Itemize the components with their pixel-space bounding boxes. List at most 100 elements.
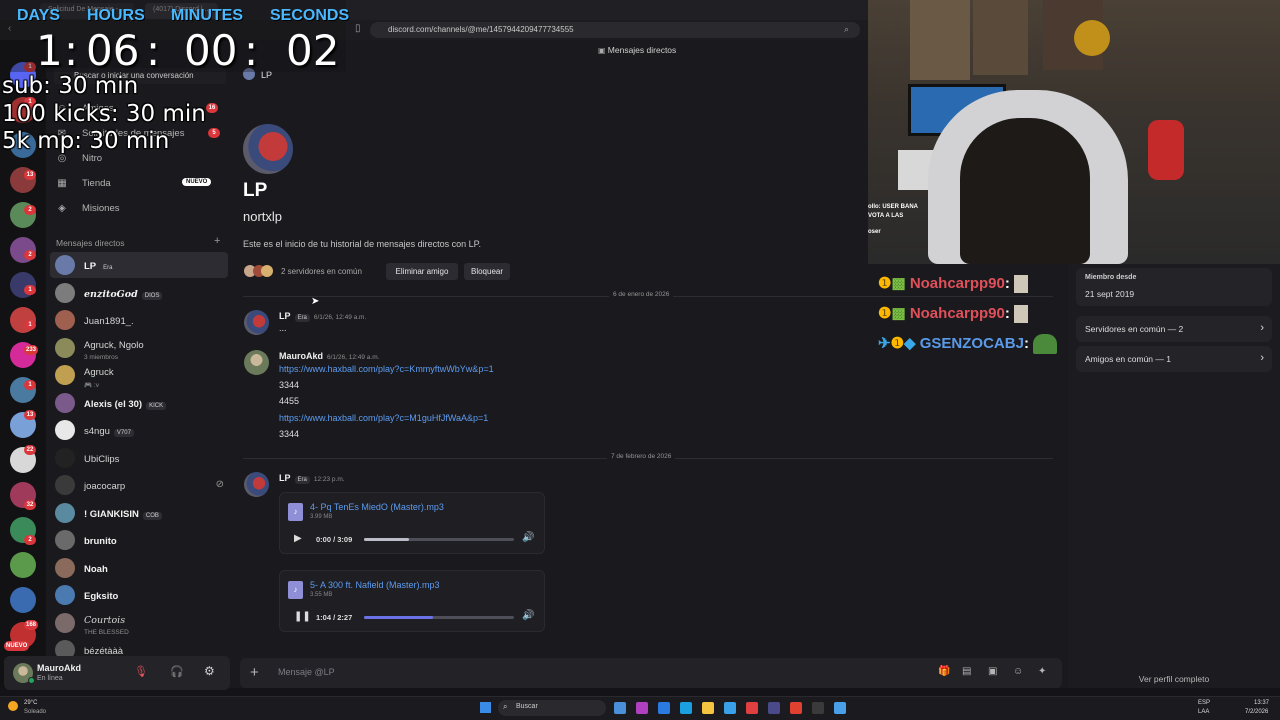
server-icon[interactable] [10,552,36,578]
mutual-servers-link[interactable]: 2 servidores en común [281,267,362,276]
window-title: ▣ Mensajes directos [598,45,677,55]
taskbar-app-icon[interactable] [680,702,692,714]
dm-item[interactable]: Agruck 🎮 :v [50,362,228,389]
audio-seekbar[interactable] [364,538,514,541]
taskbar-app-icon[interactable] [790,702,802,714]
zoom-icon[interactable]: ⌕ [844,24,849,35]
dm-item[interactable]: ! GIANKISIN COB [50,500,228,526]
audio-attachment: ♪ 5- A 300 ft. Nafield (Master).mp3 3.55… [279,570,545,632]
server-notification-badge: NUEVO [4,641,30,651]
create-dm-button[interactable]: + [214,235,220,247]
dm-item[interactable]: Egksito [50,582,228,608]
mutual-friends-row[interactable]: Amigos en común — 1 › [1076,346,1272,372]
dm-label: ! GIANKISIN COB [84,504,162,522]
dm-item[interactable]: LP Era [50,252,228,278]
message-avatar[interactable] [244,350,269,375]
user-status: En línea [37,675,63,682]
taskbar-app-icon[interactable] [658,702,670,714]
chevron-right-icon: › [1260,352,1264,364]
chevron-right-icon: › [1260,322,1264,334]
dm-guild-tag: DIOS [141,291,163,300]
taskbar-search[interactable]: Buscar [498,700,606,716]
dm-label: Egksito [84,586,118,604]
dm-avatar [55,420,75,440]
dm-item[interactable]: s4ngu V707 [50,417,228,443]
view-full-profile-link[interactable]: Ver perfil completo [1068,674,1280,684]
dm-subtext: 🎮 :v [84,381,99,389]
dm-item[interactable]: UbiClips [50,445,228,471]
taskbar-app-icon[interactable] [768,702,780,714]
sidebar-item-shop[interactable]: ▦ Tienda NUEVO [56,173,226,193]
dm-item[interactable]: joacocarp ⊘ [50,472,228,498]
goal-kicks: 100 kicks: 30 min [2,101,206,127]
message-header: LP Era 6/1/26, 12:49 a.m. [279,311,366,322]
message-time: 12:23 p.m. [313,476,345,483]
bookmark-icon[interactable]: ▯ [355,23,361,34]
block-button[interactable]: Bloquear [464,263,510,280]
dm-subtext: THE BLESSED [84,628,129,636]
audio-attachment: ♪ 4- Pq TenEs MiedO (Master).mp3 3.99 MB… [279,492,545,554]
weather-temp[interactable]: 29°C [24,700,37,706]
settings-gear-icon[interactable]: ⚙ [204,664,215,678]
dm-avatar [55,585,75,605]
windows-start-icon[interactable] [480,702,491,713]
audio-seekbar[interactable] [364,616,514,619]
address-bar[interactable]: discord.com/channels/@me/145794420947773… [370,22,860,38]
date-divider: 7 de febrero de 2026 [243,453,1053,460]
add-attachment-icon[interactable]: + [250,664,259,681]
remove-friend-button[interactable]: Eliminar amigo [386,263,458,280]
message-link[interactable]: https://www.haxball.com/play?c=KmmyftwWb… [279,364,494,374]
message-author[interactable]: MauroAkd [279,351,323,361]
server-notification-badge: 2 [24,535,36,545]
language-indicator[interactable]: ESP [1198,700,1210,706]
dm-item[interactable]: Alexis (el 30) KICK [50,390,228,416]
headphones-icon[interactable]: 🎧 [170,665,184,678]
dm-item[interactable]: brunito [50,527,228,553]
guild-tag: Era [294,314,310,322]
dm-avatar [55,475,75,495]
message-composer[interactable]: + Mensaje @LP 🎁 ▤ ▣ ☺ ✦ [240,658,1062,688]
audio-file-name[interactable]: 5- A 300 ft. Nafield (Master).mp3 [310,580,440,590]
message-author[interactable]: LP [279,311,291,321]
mute-mic-icon[interactable]: 🎙 [134,665,148,678]
taskbar-app-icon[interactable] [636,702,648,714]
dm-item[interactable]: Courtois THE BLESSED [50,610,228,636]
taskbar-app-icon[interactable] [724,702,736,714]
sidebar-item-quests[interactable]: ◈ Misiones [56,198,226,218]
emoji-icon[interactable]: ☺ [1013,666,1023,677]
dm-item[interactable]: enzitoGod DIOS [50,280,228,306]
pause-icon[interactable]: ❚❚ [294,611,311,622]
apps-icon[interactable]: ✦ [1038,666,1046,677]
clock-time[interactable]: 13:37 [1254,700,1269,706]
volume-icon[interactable]: 🔊 [522,532,534,543]
play-icon[interactable]: ▶ [294,533,302,544]
gift-icon[interactable]: 🎁 [938,666,950,677]
sticker-icon[interactable]: ▣ [988,666,997,677]
dm-item[interactable]: Juan1891_. [50,307,228,333]
shop-icon: ▦ [57,177,67,189]
dm-name: s4ngu [84,426,110,437]
taskbar-app-icon[interactable] [702,702,714,714]
stream-chat-message: ❶▩ Noahcarpp90: [878,274,1029,294]
dm-label: brunito [84,531,117,549]
volume-icon[interactable]: 🔊 [522,610,534,621]
message-avatar[interactable] [244,310,269,335]
dm-avatar [55,310,75,330]
user-name[interactable]: MauroAkd [37,663,81,673]
taskbar-app-icon[interactable] [812,702,824,714]
taskbar-app-icon[interactable] [834,702,846,714]
profile-avatar-large[interactable] [243,124,293,174]
message-link[interactable]: https://www.haxball.com/play?c=M1guHfJfW… [279,413,488,423]
taskbar-app-icon[interactable] [614,702,626,714]
taskbar-app-icon[interactable] [746,702,758,714]
audio-file-name[interactable]: 4- Pq TenEs MiedO (Master).mp3 [310,502,444,512]
timer-hours: 06 [86,26,140,75]
mutual-servers-row[interactable]: Servidores en común — 2 › [1076,316,1272,342]
dm-item[interactable]: Noah [50,555,228,581]
gif-icon[interactable]: ▤ [962,666,971,677]
dm-item[interactable]: Agruck, Ngolo 3 miembros [50,335,228,361]
server-icon[interactable] [10,587,36,613]
clock-date: 7/2/2026 [1245,709,1269,715]
message-avatar[interactable] [244,472,269,497]
message-author[interactable]: LP [279,473,291,483]
